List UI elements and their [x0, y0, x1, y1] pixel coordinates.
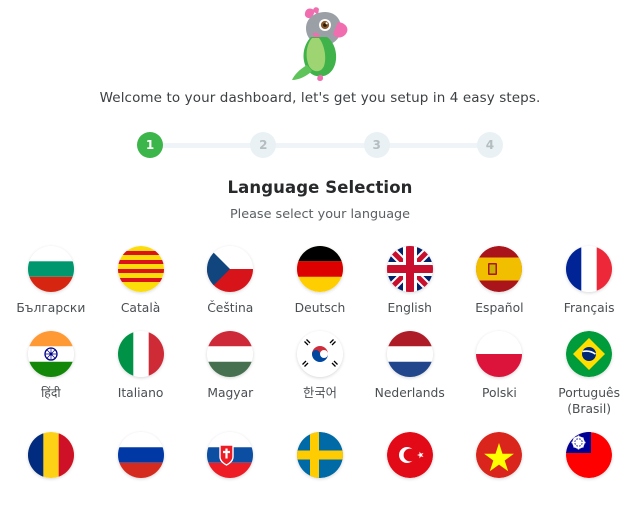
language-label: Français	[563, 301, 615, 315]
page-subtitle: Please select your language	[229, 207, 411, 222]
language-option-swedish[interactable]	[275, 431, 365, 486]
language-option-korean[interactable]: 한국어	[275, 330, 365, 418]
language-option-hindi[interactable]: हिंदी	[6, 330, 96, 418]
language-option-slovak[interactable]	[185, 431, 275, 486]
flag-sweden-icon	[296, 431, 343, 478]
language-option-catalan[interactable]: Català	[96, 246, 186, 317]
language-option-bulgarian[interactable]: Български	[6, 246, 96, 317]
flag-italy-icon	[117, 330, 164, 377]
flag-bulgaria-icon	[27, 246, 74, 292]
language-option-portuguese-brazil[interactable]: Português (Brasil)	[544, 330, 634, 418]
flag-slovakia-icon	[207, 431, 254, 478]
parrot-logo	[292, 7, 348, 81]
flag-poland-icon	[476, 330, 523, 377]
flag-spain-icon	[476, 246, 523, 292]
flag-hungary-icon	[207, 330, 254, 377]
language-option-czech[interactable]: Čeština	[185, 246, 275, 317]
language-label: 한국어	[303, 385, 337, 400]
language-label: Português (Brasil)	[558, 385, 621, 417]
language-label: हिंदी	[41, 385, 61, 400]
language-option-dutch[interactable]: Nederlands	[365, 330, 455, 418]
welcome-message: Welcome to your dashboard, let's get you…	[99, 90, 541, 106]
logo-container	[0, 0, 640, 88]
step-connector-2-3	[275, 142, 365, 148]
flag-germany-icon	[296, 246, 343, 292]
language-option-german[interactable]: Deutsch	[275, 246, 365, 317]
language-selection-page: Welcome to your dashboard, let's get you…	[0, 0, 640, 515]
language-label: Polski	[481, 385, 517, 400]
flag-romania-icon	[27, 431, 74, 478]
language-label: Čeština	[207, 301, 254, 315]
step-3-label: 3	[372, 138, 381, 152]
step-connector-1-2	[162, 142, 252, 148]
language-label: Català	[120, 301, 161, 315]
step-4-label: 4	[485, 138, 495, 152]
language-option-romanian[interactable]	[6, 431, 96, 486]
step-connector-3-4	[388, 142, 478, 148]
flag-vietnam-icon	[476, 431, 523, 478]
flag-catalonia-icon	[117, 246, 164, 292]
flag-netherlands-icon	[386, 330, 433, 377]
language-option-hungarian[interactable]: Magyar	[185, 330, 275, 418]
flag-taiwan-icon	[566, 431, 613, 478]
language-label: Nederlands	[374, 385, 445, 400]
flag-turkey-icon	[386, 431, 433, 478]
language-label: Magyar	[207, 385, 254, 400]
language-label: Deutsch	[294, 301, 346, 315]
flag-india-icon	[27, 330, 74, 377]
flag-united-kingdom-icon	[386, 246, 433, 292]
language-option-french[interactable]: Français	[544, 246, 634, 317]
flag-russia-icon	[117, 431, 164, 478]
language-option-turkish[interactable]	[365, 431, 455, 486]
language-option-english[interactable]: English	[365, 246, 455, 317]
language-label: English	[387, 301, 432, 315]
flag-brazil-icon	[566, 330, 613, 377]
language-option-chinese-traditional[interactable]	[544, 431, 634, 486]
flag-south-korea-icon	[296, 330, 343, 377]
language-option-russian[interactable]	[96, 431, 186, 486]
step-2[interactable]: 2	[250, 132, 277, 158]
flag-france-icon	[566, 246, 613, 292]
step-2-label: 2	[259, 138, 268, 152]
step-1-label: 1	[145, 138, 155, 152]
language-option-spanish[interactable]: Español	[455, 246, 545, 317]
language-option-vietnamese[interactable]	[455, 431, 545, 486]
language-option-polish[interactable]: Polski	[455, 330, 545, 418]
flag-czechia-icon	[207, 246, 254, 292]
language-label: Italiano	[117, 385, 164, 400]
language-label: Български	[16, 301, 86, 315]
step-4[interactable]: 4	[476, 132, 503, 158]
language-label: Español	[475, 301, 524, 315]
setup-stepper: 1 2 3 4	[137, 132, 503, 158]
language-grid: Български Català Čeština Deutsch English…	[0, 246, 640, 486]
language-option-italian[interactable]: Italiano	[96, 330, 186, 418]
step-3[interactable]: 3	[363, 132, 390, 158]
page-title: Language Selection	[227, 178, 413, 197]
step-1[interactable]: 1	[137, 132, 163, 158]
